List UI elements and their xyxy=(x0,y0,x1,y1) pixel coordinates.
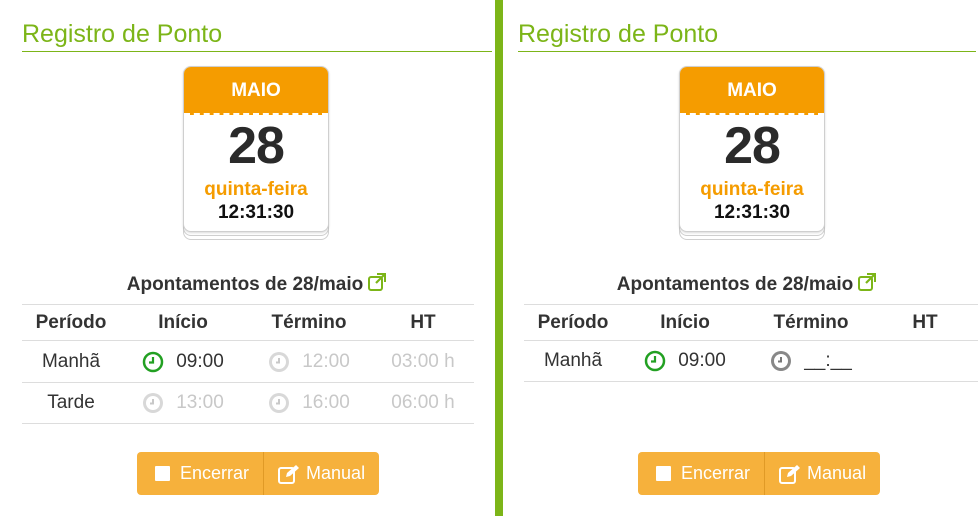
encerrar-label: Encerrar xyxy=(180,463,250,483)
row-termino[interactable]: __:__ xyxy=(748,350,874,372)
calendar-widget: MAIO 28 quinta-feira 12:31:30 xyxy=(679,66,827,240)
table-header-row: Período Início Término HT xyxy=(22,304,474,340)
calendar-weekday: quinta-feira xyxy=(204,179,308,200)
title-divider xyxy=(22,51,492,52)
inicio-value: 09:00 xyxy=(678,350,726,371)
calendar-day: 28 xyxy=(228,117,285,175)
row-termino: 16:00 xyxy=(246,392,372,414)
pencil-square-icon xyxy=(779,464,801,484)
inicio-value: 13:00 xyxy=(176,392,224,413)
row-termino: 12:00 xyxy=(246,351,372,373)
clock-icon xyxy=(771,351,792,371)
panel-title: Registro de Ponto xyxy=(518,20,719,48)
panel-title: Registro de Ponto xyxy=(22,20,223,48)
manual-button[interactable]: Manual xyxy=(263,452,380,495)
checkbox-icon xyxy=(656,466,671,481)
termino-value: 16:00 xyxy=(302,392,350,413)
clock-icon xyxy=(269,351,290,372)
inicio-value: 09:00 xyxy=(176,350,224,372)
table-header-row: Período Início Término HT xyxy=(524,304,978,340)
row-periodo: Manhã xyxy=(543,350,603,371)
encerrar-button[interactable]: Encerrar xyxy=(638,452,765,495)
calendar-weekday: quinta-feira xyxy=(700,179,804,200)
external-link-icon[interactable] xyxy=(367,272,387,298)
panel-divider xyxy=(495,0,503,516)
row-periodo: Tarde xyxy=(47,392,95,413)
row-inicio: 13:00 xyxy=(120,392,246,414)
action-button-group: Encerrar Manual xyxy=(638,452,881,495)
table-row: Manhã 09:00 __:__ xyxy=(524,340,978,382)
clock-icon xyxy=(269,393,290,413)
termino-value: 12:00 xyxy=(302,350,350,372)
apontamentos-table: Período Início Término HT Manhã 09:00 12… xyxy=(22,304,474,424)
action-button-group: Encerrar Manual xyxy=(137,452,380,495)
clock-icon xyxy=(644,350,666,372)
calendar-month: MAIO xyxy=(184,67,328,115)
clock-icon xyxy=(143,393,164,413)
clock-icon xyxy=(142,351,164,372)
calendar-clock: 12:31:30 xyxy=(217,202,295,223)
apontamentos-heading: Apontamentos de 28/maio xyxy=(22,272,492,298)
calendar-widget: MAIO 28 quinta-feira 12:31:30 xyxy=(183,66,331,240)
calendar-page: MAIO 28 quinta-feira 12:31:30 xyxy=(183,66,329,232)
termino-value: __:__ xyxy=(804,350,852,371)
header-termino: Término xyxy=(271,311,347,333)
external-link-icon[interactable] xyxy=(857,272,877,298)
title-divider xyxy=(518,51,976,52)
encerrar-label: Encerrar xyxy=(681,463,751,483)
calendar-page: MAIO 28 quinta-feira 12:31:30 xyxy=(679,66,825,232)
apontamentos-heading: Apontamentos de 28/maio xyxy=(518,272,976,298)
apontamentos-table: Período Início Término HT Manhã 09:00 __… xyxy=(524,304,978,382)
apontamentos-label: Apontamentos de 28/maio xyxy=(126,274,364,295)
header-termino: Término xyxy=(773,311,849,333)
table-row: Manhã 09:00 12:00 03:00 h xyxy=(22,340,474,382)
table-row: Tarde 13:00 16:00 06:00 h xyxy=(22,382,474,424)
header-ht: HT xyxy=(912,311,938,333)
apontamentos-label: Apontamentos de 28/maio xyxy=(616,274,854,295)
header-inicio: Início xyxy=(660,311,710,333)
header-inicio: Início xyxy=(158,311,208,333)
calendar-day: 28 xyxy=(724,117,781,175)
ponto-panel-left: Registro de Ponto MAIO 28 quinta-feira 1… xyxy=(22,0,492,516)
header-periodo: Período xyxy=(537,311,609,333)
header-ht: HT xyxy=(410,311,436,333)
calendar-month: MAIO xyxy=(680,67,824,115)
ponto-panel-right: Registro de Ponto MAIO 28 quinta-feira 1… xyxy=(518,0,978,516)
manual-label: Manual xyxy=(306,463,366,483)
checkbox-icon xyxy=(155,466,170,481)
encerrar-button[interactable]: Encerrar xyxy=(137,452,264,495)
header-periodo: Período xyxy=(35,311,107,333)
manual-button[interactable]: Manual xyxy=(764,452,881,495)
row-periodo: Manhã xyxy=(41,350,101,372)
row-inicio: 09:00 xyxy=(622,350,748,372)
row-ht: 06:00 h xyxy=(391,392,455,413)
row-ht: 03:00 h xyxy=(391,350,455,372)
calendar-clock: 12:31:30 xyxy=(713,202,791,223)
pencil-square-icon xyxy=(278,464,300,484)
row-inicio: 09:00 xyxy=(120,351,246,373)
manual-label: Manual xyxy=(807,463,867,483)
